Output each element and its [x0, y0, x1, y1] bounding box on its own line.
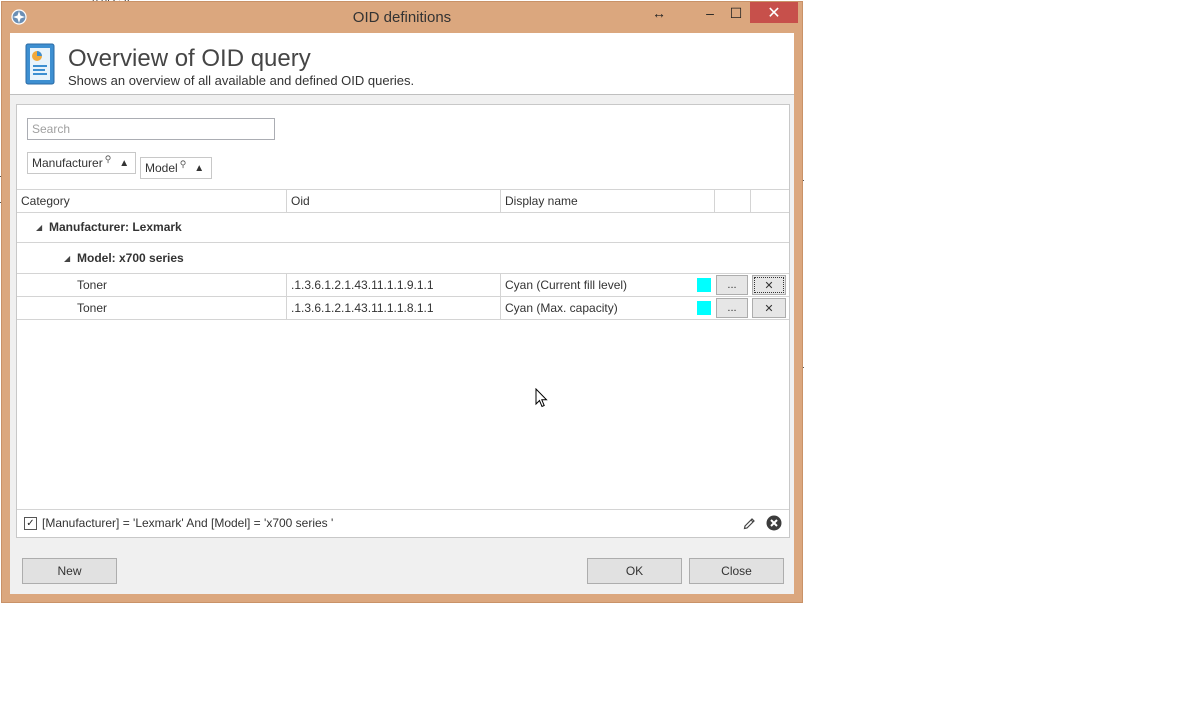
table-row[interactable]: Toner .1.3.6.1.2.1.43.11.1.1.8.1.1 Cyan …	[17, 297, 789, 320]
collapse-toggle-icon[interactable]: ◢	[36, 223, 42, 232]
column-header-category[interactable]: Category	[17, 190, 287, 212]
close-button[interactable]: Close	[689, 558, 784, 584]
table-row[interactable]: Toner .1.3.6.1.2.1.43.11.1.1.9.1.1 Cyan …	[17, 274, 789, 297]
title-bar[interactable]: OID definitions ↔ – ☐ ✕	[2, 2, 802, 32]
column-header-delete[interactable]	[751, 190, 789, 212]
page-subtitle: Shows an overview of all available and d…	[68, 73, 415, 88]
search-input[interactable]	[27, 118, 275, 140]
group-chip-model[interactable]: Model ⚲ ▲	[140, 157, 212, 179]
group-chip-manufacturer[interactable]: Manufacturer ⚲ ▲	[27, 152, 136, 174]
group-row-model[interactable]: ◢ Model: x700 series	[17, 243, 789, 274]
cell-oid: .1.3.6.1.2.1.43.11.1.1.9.1.1	[287, 274, 501, 296]
dialog-client-area: Overview of OID query Shows an overview …	[10, 33, 794, 594]
collapse-toggle-icon[interactable]: ◢	[64, 254, 70, 263]
color-swatch[interactable]	[697, 278, 711, 292]
resize-button[interactable]: ↔	[645, 2, 673, 24]
filter-icon[interactable]: ⚲	[105, 154, 112, 165]
mouse-cursor-icon	[535, 388, 548, 408]
report-icon	[25, 43, 55, 85]
sort-ascending-icon[interactable]: ▲	[194, 163, 204, 174]
maximize-button[interactable]: ☐	[722, 2, 750, 24]
cell-display-name: Cyan (Current fill level)	[505, 278, 628, 292]
ok-button[interactable]: OK	[587, 558, 682, 584]
sort-ascending-icon[interactable]: ▲	[119, 158, 129, 169]
pencil-icon[interactable]	[743, 516, 757, 530]
group-row-label: Model: x700 series	[77, 251, 184, 265]
cell-category: Toner	[17, 297, 287, 319]
window-title: OID definitions	[352, 9, 452, 26]
clear-filter-icon[interactable]	[766, 515, 782, 531]
column-header-oid[interactable]: Oid	[287, 190, 501, 212]
group-chip-label: Model	[145, 161, 178, 175]
minimize-button[interactable]: –	[696, 2, 724, 24]
dialog-header: Overview of OID query Shows an overview …	[10, 33, 794, 95]
color-swatch[interactable]	[697, 301, 711, 315]
oid-query-panel: Manufacturer ⚲ ▲ Model ⚲ ▲ Category Oid …	[16, 104, 790, 538]
column-header-display-name[interactable]: Display name	[501, 190, 715, 212]
new-button[interactable]: New	[22, 558, 117, 584]
cell-oid: .1.3.6.1.2.1.43.11.1.1.8.1.1	[287, 297, 501, 319]
delete-row-button[interactable]: ✕	[752, 275, 786, 295]
edit-row-button[interactable]: ...	[716, 298, 748, 318]
filter-icon[interactable]: ⚲	[180, 159, 187, 170]
oid-definitions-window: OID definitions ↔ – ☐ ✕ Overview of OID …	[2, 2, 802, 602]
filter-enabled-checkbox[interactable]: ✓	[24, 517, 37, 530]
filter-expression[interactable]: [Manufacturer] = 'Lexmark' And [Model] =…	[42, 516, 333, 530]
grid-header: Category Oid Display name	[17, 189, 789, 213]
cell-display-name: Cyan (Max. capacity)	[505, 301, 618, 315]
column-header-edit[interactable]	[715, 190, 751, 212]
close-window-button[interactable]: ✕	[750, 2, 798, 23]
delete-row-button[interactable]: ✕	[752, 298, 786, 318]
page-title: Overview of OID query	[68, 45, 311, 72]
group-chip-label: Manufacturer	[32, 156, 103, 170]
cell-category: Toner	[17, 274, 287, 296]
group-row-manufacturer[interactable]: ◢ Manufacturer: Lexmark	[17, 212, 789, 243]
filter-bar: ✓ [Manufacturer] = 'Lexmark' And [Model]…	[17, 509, 789, 537]
group-row-label: Manufacturer: Lexmark	[49, 220, 182, 234]
edit-row-button[interactable]: ...	[716, 275, 748, 295]
